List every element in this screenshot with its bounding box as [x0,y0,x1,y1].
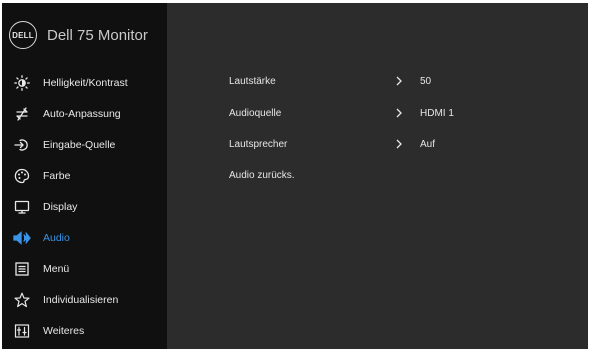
audio-source-value: HDMI 1 [420,107,454,119]
volume-value: 50 [420,75,432,87]
others-icon [13,322,31,340]
sidebar-item-color[interactable]: Farbe [2,160,167,191]
audio-reset-row[interactable]: Audio zurücks. [229,165,549,185]
color-palette-icon [13,167,31,185]
sidebar-item-label: Eingabe-Quelle [43,138,116,151]
volume-row[interactable]: Lautstärke 50 [229,71,549,91]
sidebar-item-label: Farbe [43,169,71,182]
audio-source-row[interactable]: Audioquelle HDMI 1 [229,103,549,123]
sidebar-item-label: Menü [43,262,70,275]
auto-adjust-icon [13,105,31,123]
sidebar-item-input-source[interactable]: Eingabe-Quelle [2,129,167,160]
volume-label: Lautstärke [229,75,276,87]
chevron-right-icon [394,76,404,86]
sidebar-item-menu[interactable]: Menü [2,253,167,284]
osd-window: DELL Dell 75 Monitor Helligkeit/Kontrast… [2,3,588,349]
sidebar-item-brightness-contrast[interactable]: Helligkeit/Kontrast [2,67,167,98]
speaker-value: Auf [420,138,436,150]
sidebar-item-audio[interactable]: Audio [2,222,167,253]
brand-header: DELL Dell 75 Monitor [2,3,167,67]
brightness-icon [13,74,31,92]
speaker-row[interactable]: Lautsprecher Auf [229,134,549,154]
sidebar-item-label: Weiteres [43,324,85,337]
chevron-right-icon [394,139,404,149]
chevron-right-icon [394,108,404,118]
sidebar: DELL Dell 75 Monitor Helligkeit/Kontrast… [2,3,167,349]
star-icon [13,291,31,309]
speaker-label: Lautsprecher [229,138,288,150]
menu-icon [13,260,31,278]
audio-source-label: Audioquelle [229,107,282,119]
sidebar-item-label: Display [43,200,78,213]
main-menu: Helligkeit/Kontrast Auto-Anpassung Einga… [2,67,167,346]
sidebar-item-auto-adjust[interactable]: Auto-Anpassung [2,98,167,129]
display-icon [13,198,31,216]
sidebar-item-label: Helligkeit/Kontrast [43,76,128,89]
dell-logo: DELL [9,21,37,49]
audio-reset-label: Audio zurücks. [229,169,295,181]
sidebar-item-label: Auto-Anpassung [43,107,121,120]
sidebar-item-display[interactable]: Display [2,191,167,222]
audio-settings-panel: Lautstärke 50 Audioquelle HDMI 1 Lautspr… [167,3,588,349]
sidebar-item-others[interactable]: Weiteres [2,315,167,346]
speaker-icon [13,229,31,247]
sidebar-item-label: Audio [43,231,70,244]
sidebar-item-label: Individualisieren [43,293,119,306]
input-source-icon [13,136,31,154]
sidebar-item-personalize[interactable]: Individualisieren [2,284,167,315]
monitor-model: Dell 75 Monitor [47,26,148,44]
